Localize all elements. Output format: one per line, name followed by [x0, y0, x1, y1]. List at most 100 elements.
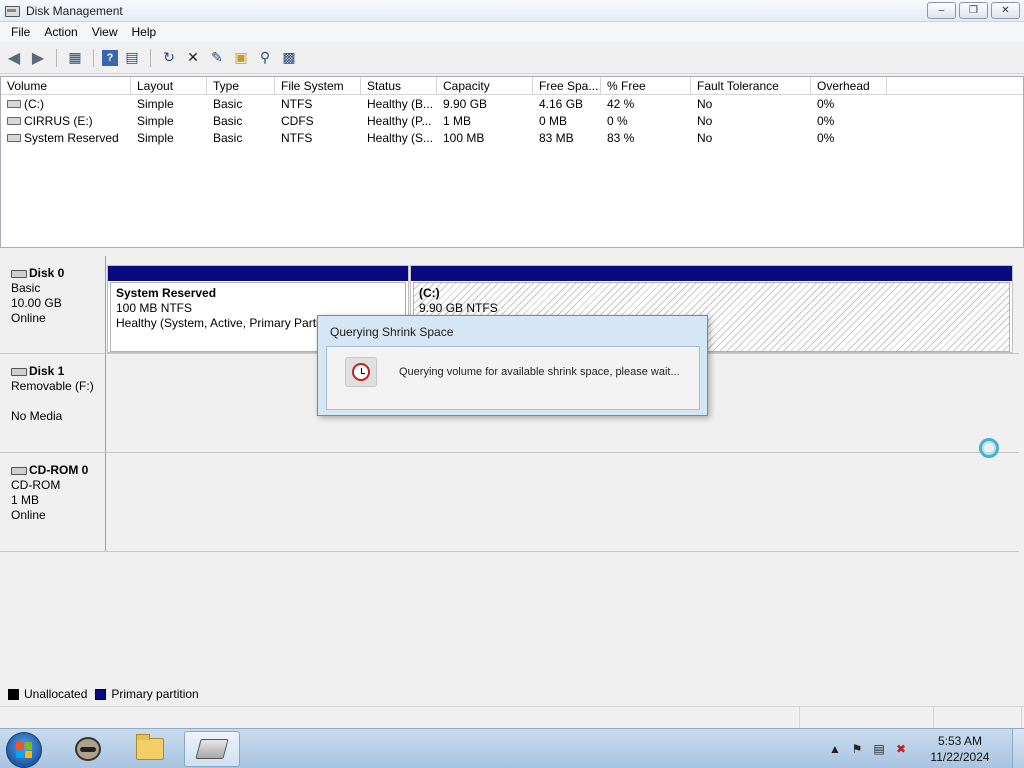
disk-name: Disk 1 [29, 364, 65, 378]
back-arrow-icon[interactable]: ◀ [4, 48, 24, 68]
column-header-percent-free[interactable]: % Free [601, 77, 691, 94]
close-button[interactable]: ✕ [991, 2, 1020, 19]
forward-arrow-icon[interactable]: ▶ [28, 48, 48, 68]
title-bar: Disk Management – ❐ ✕ [0, 0, 1024, 22]
volume-muted-icon[interactable]: ✖ [892, 740, 910, 758]
fault-tolerance-cell: No [697, 96, 713, 111]
column-header-fault-tolerance[interactable]: Fault Tolerance [691, 77, 811, 94]
column-header-overhead[interactable]: Overhead [811, 77, 887, 94]
system-tray: ▲ ⚑ ▤ ✖ 5:53 AM 11/22/2024 [824, 729, 1024, 768]
clock-date: 11/22/2024 [930, 750, 990, 764]
properties-sheet-icon[interactable]: ✎ [207, 48, 227, 68]
toolbar-separator [93, 48, 94, 67]
percent-free-cell: 42 % [607, 96, 635, 111]
refresh-icon[interactable]: ↻ [159, 48, 179, 68]
help-icon[interactable]: ? [102, 49, 118, 66]
menu-bar: File Action View Help [0, 22, 1024, 42]
capacity-cell: 100 MB [443, 130, 485, 145]
restore-button[interactable]: ❐ [959, 2, 988, 19]
disk-management-icon [195, 739, 229, 759]
partition-size: 9.90 GB NTFS [419, 301, 498, 315]
column-header-volume[interactable]: Volume [1, 77, 131, 94]
rescan-icon[interactable]: ▩ [279, 48, 299, 68]
dialog-message: Querying volume for available shrink spa… [399, 366, 680, 378]
busy-cursor-icon [979, 438, 999, 458]
status-bar [0, 706, 1024, 728]
volume-cell: System Reserved [1, 131, 131, 145]
menu-file[interactable]: File [4, 22, 37, 42]
window-title: Disk Management [26, 3, 123, 18]
menu-action[interactable]: Action [37, 22, 84, 42]
taskbar-app-raccoon[interactable] [60, 731, 116, 767]
volume-name: System Reserved [24, 130, 119, 145]
partition-name: System Reserved [116, 286, 217, 300]
legend-item-unallocated: Unallocated [8, 687, 87, 701]
toolbar: ◀ ▶ ▦ ? ▤ ↻ ✕ ✎ ▣ ⚲ ▩ [0, 42, 1024, 74]
volume-cell: CIRRUS (E:) [1, 114, 131, 128]
network-icon[interactable]: ▤ [870, 740, 888, 758]
legend-swatch [8, 688, 19, 700]
explore-icon[interactable]: ⚲ [255, 48, 275, 68]
start-button[interactable] [6, 732, 42, 768]
overhead-cell: 0% [817, 113, 835, 128]
legend-item-primary-partition: Primary partition [95, 687, 199, 701]
disk-label-disk-1[interactable]: Disk 1 Removable (F:) No Media [2, 354, 106, 452]
volume-cell: (C:) [1, 97, 131, 111]
restore-icon: ❐ [969, 5, 978, 16]
column-header-type[interactable]: Type [207, 77, 275, 94]
clock-time: 5:53 AM [937, 734, 983, 748]
show-hidden-icons[interactable]: ▲ [826, 740, 844, 758]
disk-label-disk-0[interactable]: Disk 0 Basic 10.00 GB Online [2, 256, 106, 353]
table-row[interactable]: (C:) Simple Basic NTFS Healthy (B... 9.9… [1, 95, 1023, 112]
overhead-cell: 0% [817, 96, 835, 111]
querying-shrink-space-dialog: Querying Shrink Space Querying volume fo… [317, 315, 708, 416]
free-space-cell: 83 MB [539, 130, 574, 145]
volume-list-header: Volume Layout Type File System Status Ca… [1, 77, 1023, 95]
taskbar-app-explorer[interactable] [122, 731, 178, 767]
capacity-cell: 1 MB [443, 113, 472, 128]
column-header-file-system[interactable]: File System [275, 77, 361, 94]
menu-help[interactable]: Help [125, 22, 164, 42]
delete-icon[interactable]: ✕ [183, 48, 203, 68]
disk-label-cdrom-0[interactable]: CD-ROM 0 CD-ROM 1 MB Online [2, 453, 106, 551]
free-space-cell: 0 MB [539, 113, 568, 128]
window-controls: – ❐ ✕ [927, 2, 1020, 19]
properties-icon[interactable]: ▤ [122, 48, 142, 68]
fault-tolerance-cell: No [697, 113, 713, 128]
table-row[interactable]: System Reserved Simple Basic NTFS Health… [1, 129, 1023, 146]
clock[interactable]: 5:53 AM 11/22/2024 [920, 733, 1000, 765]
minimize-button[interactable]: – [927, 2, 956, 19]
column-header-capacity[interactable]: Capacity [437, 77, 533, 94]
disk-size: 1 MB [11, 493, 40, 507]
percent-free-cell: 0 % [607, 113, 628, 128]
disk-status: Online [11, 311, 46, 325]
disk-size: 10.00 GB [11, 296, 62, 310]
file-system-cell: NTFS [281, 130, 313, 145]
table-row[interactable]: CIRRUS (E:) Simple Basic CDFS Healthy (P… [1, 112, 1023, 129]
disk-management-icon [4, 4, 20, 18]
disk-type: CD-ROM [11, 478, 61, 492]
open-icon[interactable]: ▣ [231, 48, 251, 68]
fault-tolerance-cell: No [697, 130, 713, 145]
disk-size [11, 394, 105, 409]
column-header-layout[interactable]: Layout [131, 77, 207, 94]
console-tree-icon[interactable]: ▦ [65, 48, 85, 68]
layout-cell: Simple [137, 96, 174, 111]
disk-status: Online [11, 508, 46, 522]
action-center-flag-icon[interactable]: ⚑ [848, 740, 866, 758]
column-header-free-space[interactable]: Free Spa... [533, 77, 601, 94]
show-desktop-button[interactable] [1012, 729, 1024, 768]
column-header-status[interactable]: Status [361, 77, 437, 94]
disk-type: Basic [11, 281, 41, 295]
toolbar-separator [56, 48, 57, 67]
partition-name: (C:) [419, 286, 440, 300]
status-cell: Healthy (B... [367, 96, 434, 111]
menu-view[interactable]: View [85, 22, 125, 42]
minimize-icon: – [938, 5, 945, 16]
dialog-body: Querying volume for available shrink spa… [326, 346, 700, 410]
partition-size: 100 MB NTFS [116, 301, 193, 315]
file-system-cell: NTFS [281, 96, 313, 111]
close-icon: ✕ [1001, 5, 1010, 16]
dialog-title: Querying Shrink Space [330, 325, 454, 339]
taskbar-app-disk-management[interactable] [184, 731, 240, 767]
